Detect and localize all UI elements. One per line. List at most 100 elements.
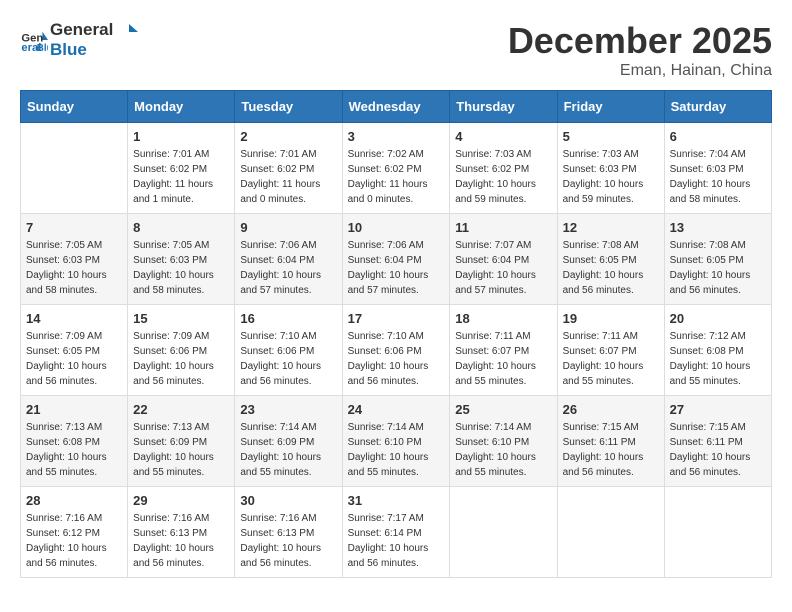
calendar-cell: 21Sunrise: 7:13 AM Sunset: 6:08 PM Dayli… <box>21 396 128 487</box>
logo-general: General <box>50 20 113 39</box>
calendar-cell: 5Sunrise: 7:03 AM Sunset: 6:03 PM Daylig… <box>557 123 664 214</box>
header-cell-tuesday: Tuesday <box>235 91 342 123</box>
calendar-cell: 30Sunrise: 7:16 AM Sunset: 6:13 PM Dayli… <box>235 487 342 578</box>
day-number: 16 <box>240 311 336 326</box>
day-info: Sunrise: 7:06 AM Sunset: 6:04 PM Dayligh… <box>348 238 445 298</box>
calendar-cell: 23 Sunrise: 7:14 AM Sunset: 6:09 PM Dayli… <box>235 396 342 487</box>
day-info: Sunrise: 7:13 AM Sunset: 6:08 PM Dayligh… <box>26 420 122 480</box>
calendar-body: 1 Sunrise: 7:01 AM Sunset: 6:02 PM Daylig… <box>21 123 772 578</box>
calendar-cell <box>664 487 771 578</box>
week-row-4: 28Sunrise: 7:16 AM Sunset: 6:12 PM Dayli… <box>21 487 772 578</box>
day-info: Sunrise: 7:15 AM Sunset: 6:11 PM Dayligh… <box>670 420 766 480</box>
day-number: 24 <box>348 402 445 417</box>
calendar-cell: 12 Sunrise: 7:08 AM Sunset: 6:05 PM Dayli… <box>557 214 664 305</box>
header-cell-monday: Monday <box>128 91 235 123</box>
calendar-cell: 7 Sunrise: 7:05 AM Sunset: 6:03 PM Daylig… <box>21 214 128 305</box>
logo-bird <box>120 22 138 40</box>
day-info: Sunrise: 7:11 AM Sunset: 6:07 PM Dayligh… <box>455 329 551 389</box>
day-number: 18 <box>455 311 551 326</box>
calendar-cell: 9Sunrise: 7:06 AM Sunset: 6:04 PM Daylig… <box>235 214 342 305</box>
day-info: Sunrise: 7:14 AM Sunset: 6:10 PM Dayligh… <box>455 420 551 480</box>
day-info: Sunrise: 7:03 AM Sunset: 6:02 PM Dayligh… <box>455 147 551 207</box>
day-info: Sunrise: 7:09 AM Sunset: 6:06 PM Dayligh… <box>133 329 229 389</box>
day-number: 27 <box>670 402 766 417</box>
day-number: 25 <box>455 402 551 417</box>
calendar-cell: 28Sunrise: 7:16 AM Sunset: 6:12 PM Dayli… <box>21 487 128 578</box>
day-number: 5 <box>563 129 659 144</box>
page-header: Gen eral Blue General Blue December 2025… <box>20 20 772 80</box>
header-cell-thursday: Thursday <box>450 91 557 123</box>
day-info: Sunrise: 7:16 AM Sunset: 6:13 PM Dayligh… <box>133 511 229 571</box>
logo-icon: Gen eral Blue <box>20 26 48 54</box>
day-number: 26 <box>563 402 659 417</box>
day-info: Sunrise: 7:07 AM Sunset: 6:04 PM Dayligh… <box>455 238 551 298</box>
day-number: 22 <box>133 402 229 417</box>
day-info: Sunrise: 7:04 AM Sunset: 6:03 PM Dayligh… <box>670 147 766 207</box>
day-info: Sunrise: 7:14 AM Sunset: 6:10 PM Dayligh… <box>348 420 445 480</box>
day-number: 11 <box>455 220 551 235</box>
header-cell-saturday: Saturday <box>664 91 771 123</box>
month-title: December 2025 <box>508 20 772 62</box>
day-number: 28 <box>26 493 122 508</box>
day-number: 6 <box>670 129 766 144</box>
calendar-cell: 14 Sunrise: 7:09 AM Sunset: 6:05 PM Dayli… <box>21 305 128 396</box>
calendar-cell: 6 Sunrise: 7:04 AM Sunset: 6:03 PM Daylig… <box>664 123 771 214</box>
day-number: 13 <box>670 220 766 235</box>
calendar-cell: 29 Sunrise: 7:16 AM Sunset: 6:13 PM Dayli… <box>128 487 235 578</box>
day-number: 15 <box>133 311 229 326</box>
logo: Gen eral Blue General Blue <box>20 20 138 61</box>
day-number: 20 <box>670 311 766 326</box>
calendar-cell: 19Sunrise: 7:11 AM Sunset: 6:07 PM Dayli… <box>557 305 664 396</box>
calendar-cell: 26 Sunrise: 7:15 AM Sunset: 6:11 PM Dayli… <box>557 396 664 487</box>
header-cell-friday: Friday <box>557 91 664 123</box>
calendar-cell: 3 Sunrise: 7:02 AM Sunset: 6:02 PM Daylig… <box>342 123 450 214</box>
calendar-cell: 25 Sunrise: 7:14 AM Sunset: 6:10 PM Dayli… <box>450 396 557 487</box>
day-info: Sunrise: 7:17 AM Sunset: 6:14 PM Dayligh… <box>348 511 445 571</box>
calendar-cell: 11 Sunrise: 7:07 AM Sunset: 6:04 PM Dayli… <box>450 214 557 305</box>
calendar-cell: 22 Sunrise: 7:13 AM Sunset: 6:09 PM Dayli… <box>128 396 235 487</box>
location: Eman, Hainan, China <box>508 62 772 80</box>
day-info: Sunrise: 7:05 AM Sunset: 6:03 PM Dayligh… <box>26 238 122 298</box>
day-number: 8 <box>133 220 229 235</box>
day-number: 29 <box>133 493 229 508</box>
day-number: 12 <box>563 220 659 235</box>
day-number: 2 <box>240 129 336 144</box>
day-number: 17 <box>348 311 445 326</box>
calendar-cell <box>21 123 128 214</box>
day-info: Sunrise: 7:05 AM Sunset: 6:03 PM Dayligh… <box>133 238 229 298</box>
day-number: 4 <box>455 129 551 144</box>
day-number: 23 <box>240 402 336 417</box>
day-info: Sunrise: 7:02 AM Sunset: 6:02 PM Dayligh… <box>348 147 445 207</box>
header-cell-wednesday: Wednesday <box>342 91 450 123</box>
day-number: 3 <box>348 129 445 144</box>
title-block: December 2025 Eman, Hainan, China <box>508 20 772 80</box>
calendar-cell: 24 Sunrise: 7:14 AM Sunset: 6:10 PM Dayli… <box>342 396 450 487</box>
calendar-cell: 13 Sunrise: 7:08 AM Sunset: 6:05 PM Dayli… <box>664 214 771 305</box>
logo-blue: Blue <box>50 40 138 60</box>
day-number: 10 <box>348 220 445 235</box>
day-info: Sunrise: 7:13 AM Sunset: 6:09 PM Dayligh… <box>133 420 229 480</box>
day-number: 14 <box>26 311 122 326</box>
day-info: Sunrise: 7:10 AM Sunset: 6:06 PM Dayligh… <box>240 329 336 389</box>
day-number: 1 <box>133 129 229 144</box>
day-number: 31 <box>348 493 445 508</box>
day-info: Sunrise: 7:01 AM Sunset: 6:02 PM Dayligh… <box>133 147 229 207</box>
week-row-0: 1 Sunrise: 7:01 AM Sunset: 6:02 PM Daylig… <box>21 123 772 214</box>
day-number: 19 <box>563 311 659 326</box>
week-row-1: 7 Sunrise: 7:05 AM Sunset: 6:03 PM Daylig… <box>21 214 772 305</box>
day-info: Sunrise: 7:08 AM Sunset: 6:05 PM Dayligh… <box>670 238 766 298</box>
header-cell-sunday: Sunday <box>21 91 128 123</box>
calendar-cell: 15 Sunrise: 7:09 AM Sunset: 6:06 PM Dayli… <box>128 305 235 396</box>
day-info: Sunrise: 7:16 AM Sunset: 6:13 PM Dayligh… <box>240 511 336 571</box>
calendar-cell: 20Sunrise: 7:12 AM Sunset: 6:08 PM Dayli… <box>664 305 771 396</box>
day-info: Sunrise: 7:08 AM Sunset: 6:05 PM Dayligh… <box>563 238 659 298</box>
day-number: 9 <box>240 220 336 235</box>
day-info: Sunrise: 7:09 AM Sunset: 6:05 PM Dayligh… <box>26 329 122 389</box>
day-number: 7 <box>26 220 122 235</box>
day-info: Sunrise: 7:15 AM Sunset: 6:11 PM Dayligh… <box>563 420 659 480</box>
day-info: Sunrise: 7:14 AM Sunset: 6:09 PM Dayligh… <box>240 420 336 480</box>
calendar-cell: 1 Sunrise: 7:01 AM Sunset: 6:02 PM Daylig… <box>128 123 235 214</box>
calendar-cell: 8 Sunrise: 7:05 AM Sunset: 6:03 PM Daylig… <box>128 214 235 305</box>
calendar-cell: 2Sunrise: 7:01 AM Sunset: 6:02 PM Daylig… <box>235 123 342 214</box>
header-row: SundayMondayTuesdayWednesdayThursdayFrid… <box>21 91 772 123</box>
